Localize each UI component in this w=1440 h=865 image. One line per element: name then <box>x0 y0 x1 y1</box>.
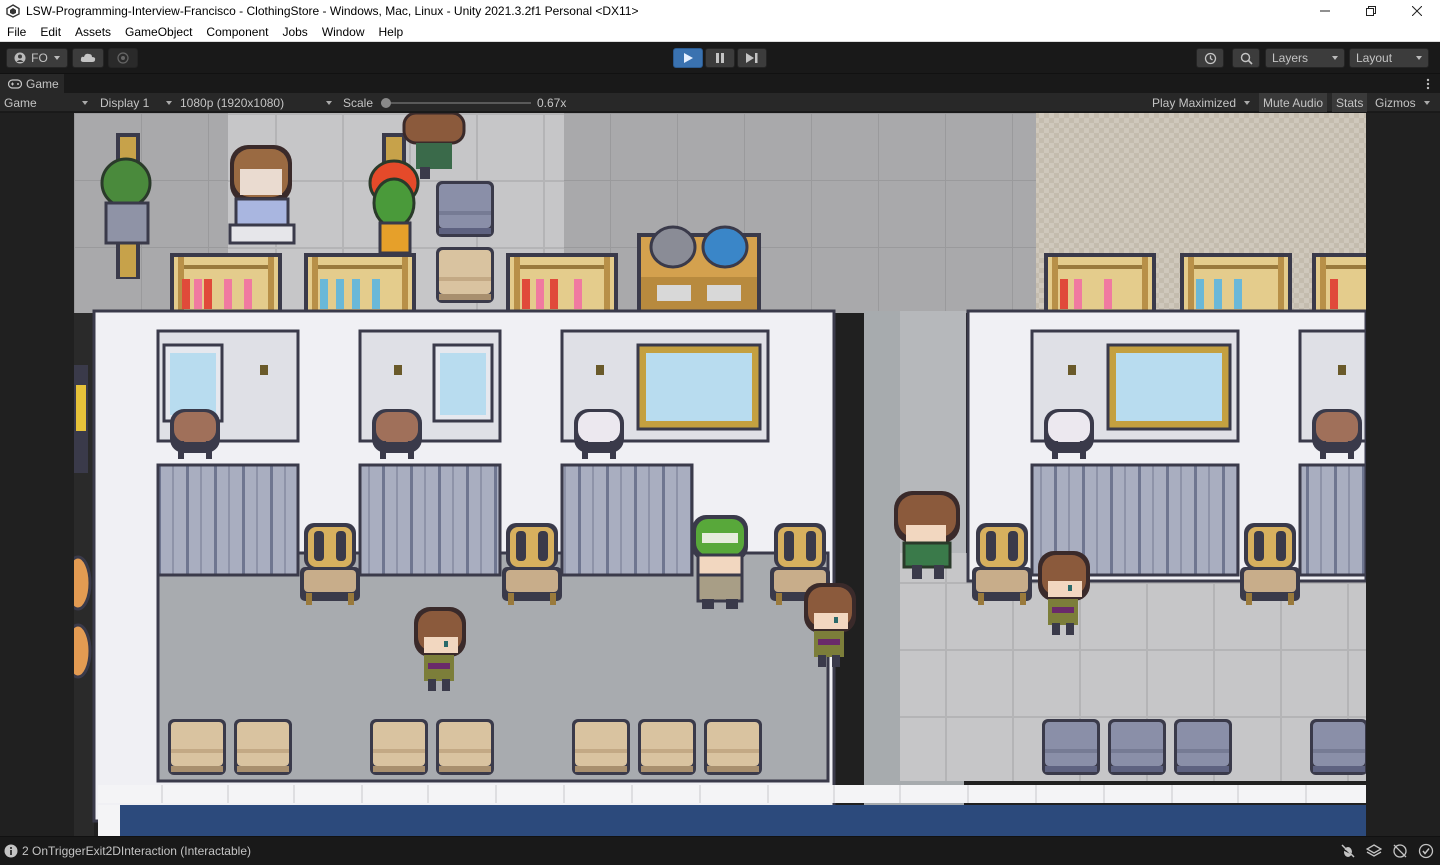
scale-value: 0.67x <box>537 95 567 110</box>
kebab-menu-icon[interactable] <box>1426 77 1430 91</box>
window-title-bar: LSW-Programming-Interview-Francisco - Cl… <box>0 0 1440 22</box>
console-message[interactable]: 2 OnTriggerExit2DInteraction (Interactab… <box>22 844 251 858</box>
close-button[interactable] <box>1394 0 1440 22</box>
network-icon[interactable] <box>1392 843 1408 859</box>
play-icon <box>684 53 693 63</box>
main-toolbar: FO Layers Layout <box>0 43 1440 73</box>
minimize-icon <box>1320 10 1330 12</box>
play-button[interactable] <box>673 48 703 68</box>
game-mode-dropdown[interactable]: Game <box>4 93 88 112</box>
display-label: Display 1 <box>100 95 150 110</box>
check-icon[interactable] <box>1418 843 1434 859</box>
step-button[interactable] <box>737 48 767 68</box>
account-label: FO <box>31 51 48 65</box>
game-scene-render[interactable] <box>74 113 1366 836</box>
game-tab-strip: Game <box>0 73 1440 94</box>
layers-dropdown[interactable]: Layers <box>1265 48 1345 68</box>
pause-button[interactable] <box>705 48 735 68</box>
menu-gameobject[interactable]: GameObject <box>118 25 199 39</box>
game-mode-label: Game <box>4 95 37 110</box>
history-icon <box>1204 52 1216 64</box>
menu-help[interactable]: Help <box>372 25 411 39</box>
status-bar: 2 OnTriggerExit2DInteraction (Interactab… <box>0 836 1440 865</box>
game-viewport[interactable] <box>0 113 1440 836</box>
search-button[interactable] <box>1232 48 1260 68</box>
account-icon <box>14 52 26 64</box>
restore-icon <box>1366 6 1376 16</box>
window-title: LSW-Programming-Interview-Francisco - Cl… <box>26 4 639 18</box>
game-view-controls: Game Display 1 1080p (1920x1080) Scale 0… <box>0 93 1440 112</box>
display-dropdown[interactable]: Display 1 <box>100 93 172 112</box>
stats-toggle[interactable]: Stats <box>1332 93 1368 112</box>
layout-dropdown[interactable]: Layout <box>1349 48 1429 68</box>
minimize-button[interactable] <box>1302 0 1348 22</box>
menu-edit[interactable]: Edit <box>33 25 68 39</box>
history-button[interactable] <box>1196 48 1224 68</box>
menu-file[interactable]: File <box>0 25 33 39</box>
menu-window[interactable]: Window <box>315 25 372 39</box>
search-icon <box>1240 52 1253 65</box>
collab-button[interactable] <box>108 48 138 68</box>
unity-logo-icon <box>6 4 20 18</box>
tab-game-label: Game <box>26 77 59 91</box>
layers-status-icon[interactable] <box>1365 843 1383 859</box>
play-maximized-dropdown[interactable]: Play Maximized <box>1152 93 1250 112</box>
scale-slider-track <box>381 102 531 104</box>
close-icon <box>1412 6 1422 16</box>
gizmos-dropdown[interactable]: Gizmos <box>1375 93 1430 112</box>
scale-label: Scale <box>343 95 374 110</box>
cloud-button[interactable] <box>72 48 104 68</box>
restore-button[interactable] <box>1348 0 1394 22</box>
menu-bar: File Edit Assets GameObject Component Jo… <box>0 22 1440 42</box>
resolution-dropdown[interactable]: 1080p (1920x1080) <box>180 93 332 112</box>
step-icon <box>746 53 758 63</box>
resolution-label: 1080p (1920x1080) <box>180 95 285 110</box>
cloud-icon <box>80 53 96 62</box>
scale-slider[interactable] <box>381 93 531 112</box>
tab-game[interactable]: Game <box>0 74 64 94</box>
gizmos-label: Gizmos <box>1375 95 1416 110</box>
layers-label: Layers <box>1272 51 1309 65</box>
menu-component[interactable]: Component <box>199 25 275 39</box>
play-maximized-label: Play Maximized <box>1152 95 1237 110</box>
layout-label: Layout <box>1356 51 1393 65</box>
info-icon <box>4 844 18 858</box>
scale-slider-handle[interactable] <box>381 98 391 108</box>
bug-icon[interactable] <box>1340 843 1356 859</box>
account-dropdown[interactable]: FO <box>6 48 68 68</box>
menu-assets[interactable]: Assets <box>68 25 118 39</box>
mute-audio-toggle[interactable]: Mute Audio <box>1259 93 1328 112</box>
pause-icon <box>716 53 724 63</box>
collab-icon <box>117 52 129 64</box>
menu-jobs[interactable]: Jobs <box>275 25 314 39</box>
gamepad-icon <box>8 79 22 89</box>
